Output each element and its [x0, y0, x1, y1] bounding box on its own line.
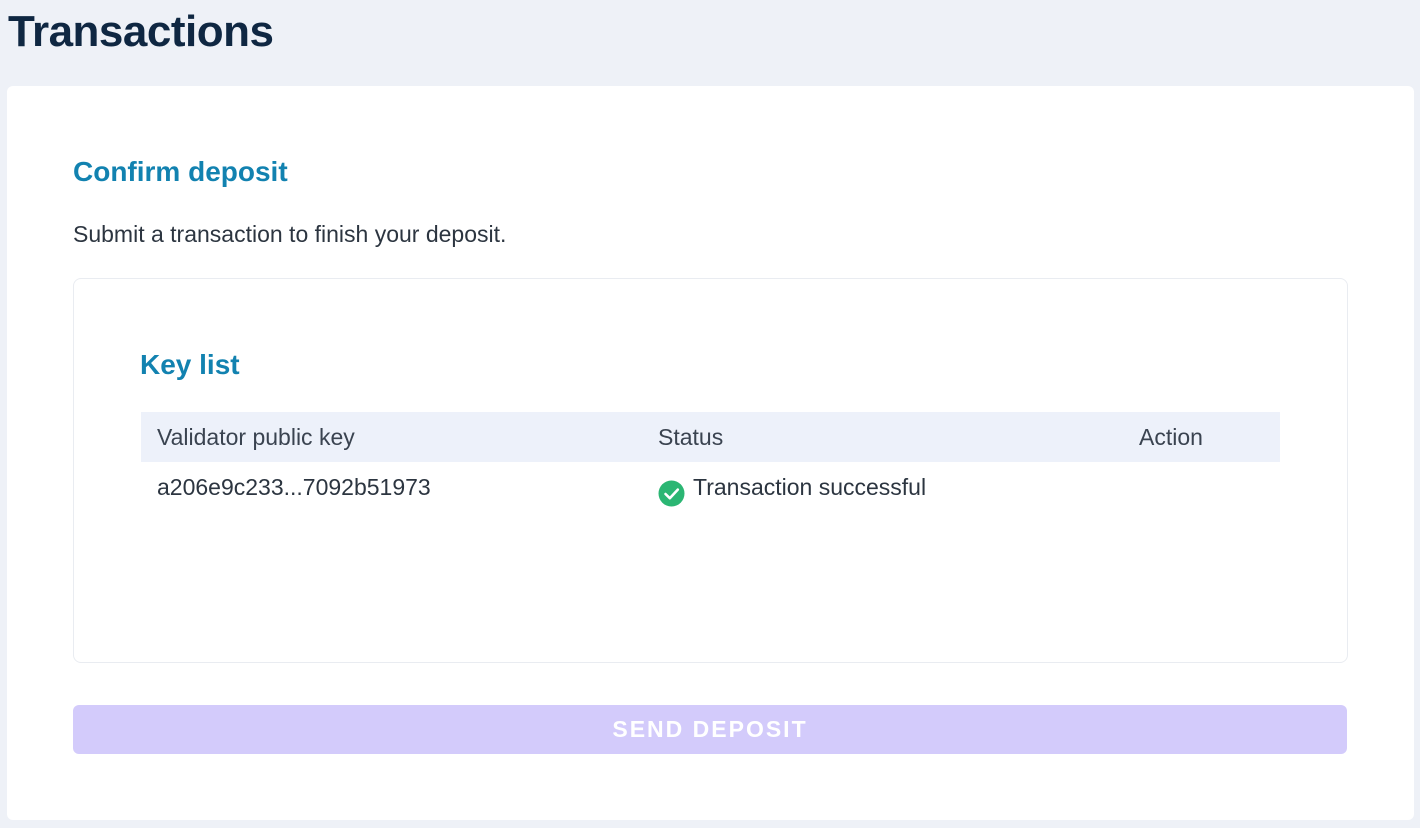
key-list-card: Key list Validator public key Status Act…	[73, 278, 1348, 663]
status-text: Transaction successful	[693, 474, 927, 500]
validator-public-key-cell: a206e9c233...7092b51973	[157, 474, 431, 500]
table-row: a206e9c233...7092b51973 Transaction succ…	[141, 462, 1280, 512]
check-circle-icon	[658, 474, 685, 506]
column-header-status: Status	[658, 424, 724, 450]
confirm-deposit-heading: Confirm deposit	[73, 156, 288, 187]
key-list-title: Key list	[140, 349, 240, 380]
key-list-table: Validator public key Status Action a206e…	[141, 412, 1280, 512]
send-deposit-button[interactable]: SEND DEPOSIT	[73, 705, 1347, 754]
column-header-validator-public-key: Validator public key	[157, 424, 355, 450]
table-header-row: Validator public key Status Action	[141, 412, 1280, 462]
confirm-deposit-description: Submit a transaction to finish your depo…	[73, 221, 507, 247]
deposit-card: Confirm deposit Submit a transaction to …	[7, 86, 1414, 820]
status-cell: Transaction successful	[658, 462, 926, 512]
page-title: Transactions	[8, 7, 274, 56]
column-header-action: Action	[1139, 424, 1203, 450]
